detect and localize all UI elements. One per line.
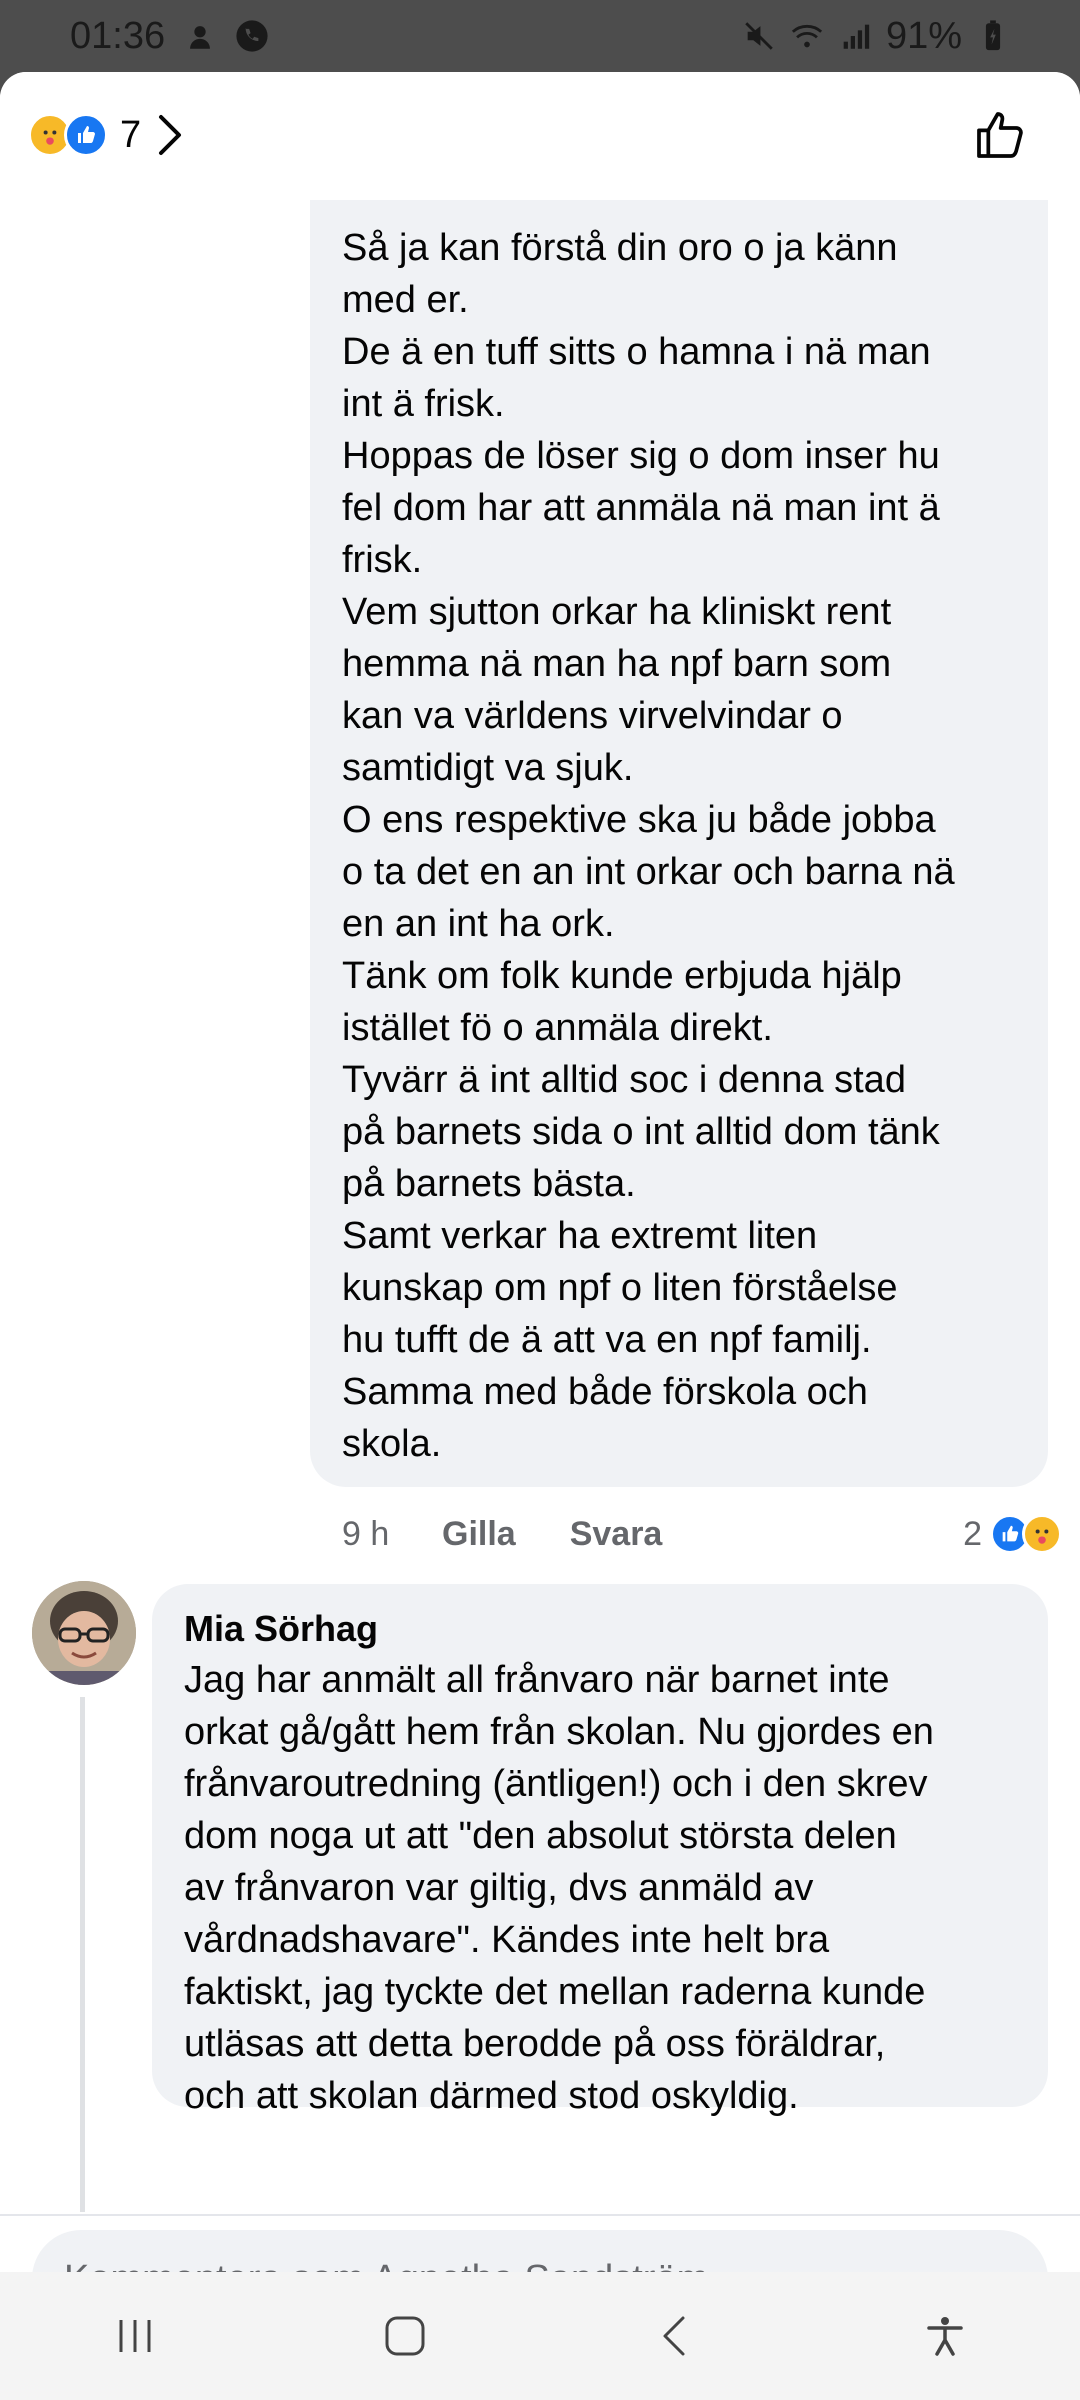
thread-line <box>80 1697 85 2212</box>
avatar[interactable] <box>32 1581 136 1685</box>
signal-icon <box>843 24 870 49</box>
comment-text-line: på barnets sida o int alltid dom tänk <box>342 1111 940 1153</box>
comment-input[interactable]: Kommentera som Agnetha Sandström <box>32 2230 1048 2272</box>
home-icon <box>385 2316 425 2356</box>
comment-text-line: De ä en tuff sitts o hamna i nä man <box>342 331 931 373</box>
comment-author[interactable]: Mia Sörhag <box>184 1604 1018 1654</box>
status-bar: 01:36 91% <box>0 0 1080 72</box>
like-reaction-icon <box>64 113 108 157</box>
comment-text-line: Samma med både förskola och <box>342 1371 868 1413</box>
reactions-summary[interactable]: 7 <box>28 113 183 157</box>
reactions-header: 7 <box>0 72 1080 198</box>
accessibility-button[interactable] <box>885 2286 1005 2386</box>
comment-text-line: int ä frisk. <box>342 383 505 425</box>
mute-icon <box>745 22 773 50</box>
like-button[interactable]: Gilla <box>442 1515 516 1554</box>
comment-text-line: istället fö o anmäla direkt. <box>342 1007 773 1049</box>
back-icon <box>663 2316 685 2356</box>
comment-reaction-count: 2 <box>963 1514 982 1553</box>
divider <box>0 2214 1080 2216</box>
chevron-right-icon[interactable] <box>157 113 183 157</box>
comment-text-line: hu tufft de ä att va en npf familj. <box>342 1319 872 1361</box>
comment-text-line: utläsas att detta berodde på oss föräldr… <box>184 2023 886 2065</box>
comment-text-line: vårdnadshavare". Kändes inte helt bra <box>184 1919 830 1961</box>
comment-text-line: faktiskt, jag tyckte det mellan raderna … <box>184 1971 926 2013</box>
reaction-count: 7 <box>120 113 142 156</box>
comment-reactions[interactable]: 2 <box>963 1514 1062 1554</box>
battery-percent: 91% <box>885 14 962 57</box>
comment-timestamp[interactable]: 9 h <box>342 1515 442 1554</box>
notification-icon <box>190 26 211 49</box>
comment-text-line: på barnets bästa. <box>342 1163 636 1205</box>
comment-text-line: kunskap om npf o liten förståelse <box>342 1267 898 1309</box>
comment-actions: 9 h Gilla Svara 2 <box>342 1499 1062 1569</box>
comment-text-line: Så ja kan förstå din oro o ja känn <box>342 227 898 269</box>
comment-text-line: Samt verkar ha extremt liten <box>342 1215 818 1257</box>
navigation-bar <box>0 2272 1080 2400</box>
home-button[interactable] <box>345 2286 465 2386</box>
recents-button[interactable] <box>75 2286 195 2386</box>
reply-button[interactable]: Svara <box>570 1515 663 1554</box>
comment-text-line: av frånvaron var giltig, dvs anmäld av <box>184 1867 814 1909</box>
comment-bubble: Mia Sörhag Jag har anmält all frånvaro n… <box>152 1584 1048 2117</box>
comment-text-line: med er. <box>342 279 469 321</box>
comment-text-line: dom noga ut att "den absolut största del… <box>184 1815 897 1857</box>
comment-text-line: frisk. <box>342 539 423 581</box>
comment-text-line: Jag har anmält all frånvaro när barnet i… <box>184 1659 890 1701</box>
comment-text-line: Hoppas de löser sig o dom inser hu <box>342 435 940 477</box>
comment-text-line: Tänk om folk kunde erbjuda hjälp <box>342 955 902 997</box>
comment-text-line: fel dom har att anmäla nä man int ä <box>342 487 940 529</box>
care-reaction-icon <box>1022 1514 1062 1554</box>
comment-text-line: samtidigt va sjuk. <box>342 747 634 789</box>
comment-input-placeholder: Kommentera som Agnetha Sandström <box>64 2258 708 2273</box>
comment-text-line: Tyvärr ä int alltid soc i denna stad <box>342 1059 906 1101</box>
wifi-icon <box>791 24 823 48</box>
clock: 01:36 <box>70 14 166 57</box>
comment-text-line: och att skolan därmed stod oskyldig. <box>184 2075 799 2117</box>
accessibility-icon <box>927 2317 963 2356</box>
comment-text-line: orkat gå/gått hem från skolan. Nu gjorde… <box>184 1711 934 1753</box>
comment-text-line: O ens respektive ska ju både jobba <box>342 799 936 841</box>
back-button[interactable] <box>615 2286 735 2386</box>
battery-icon <box>985 20 1001 51</box>
comment-bubble: Så ja kan förstå din oro o ja känn med e… <box>310 200 1048 1487</box>
comment-text-line: en an int ha ork. <box>342 903 615 945</box>
comment-text-line: o ta det en an int orkar och barna nä <box>342 851 955 893</box>
recents-icon <box>119 2320 151 2352</box>
comment-text-line: frånvaroutredning (äntligen!) och i den … <box>184 1763 928 1805</box>
comment-text-line: skola. <box>342 1423 442 1465</box>
comments-sheet: 7 Så ja kan förstå din oro o ja känn med… <box>0 72 1080 2272</box>
comment-text-line: hemma nä man ha npf barn som <box>342 643 892 685</box>
call-icon <box>236 20 268 52</box>
comment-text-line: kan va världens virvelvindar o <box>342 695 843 737</box>
comment-text-line: Vem sjutton orkar ha kliniskt rent <box>342 591 892 633</box>
thumbs-up-outline-icon[interactable] <box>972 107 1028 163</box>
